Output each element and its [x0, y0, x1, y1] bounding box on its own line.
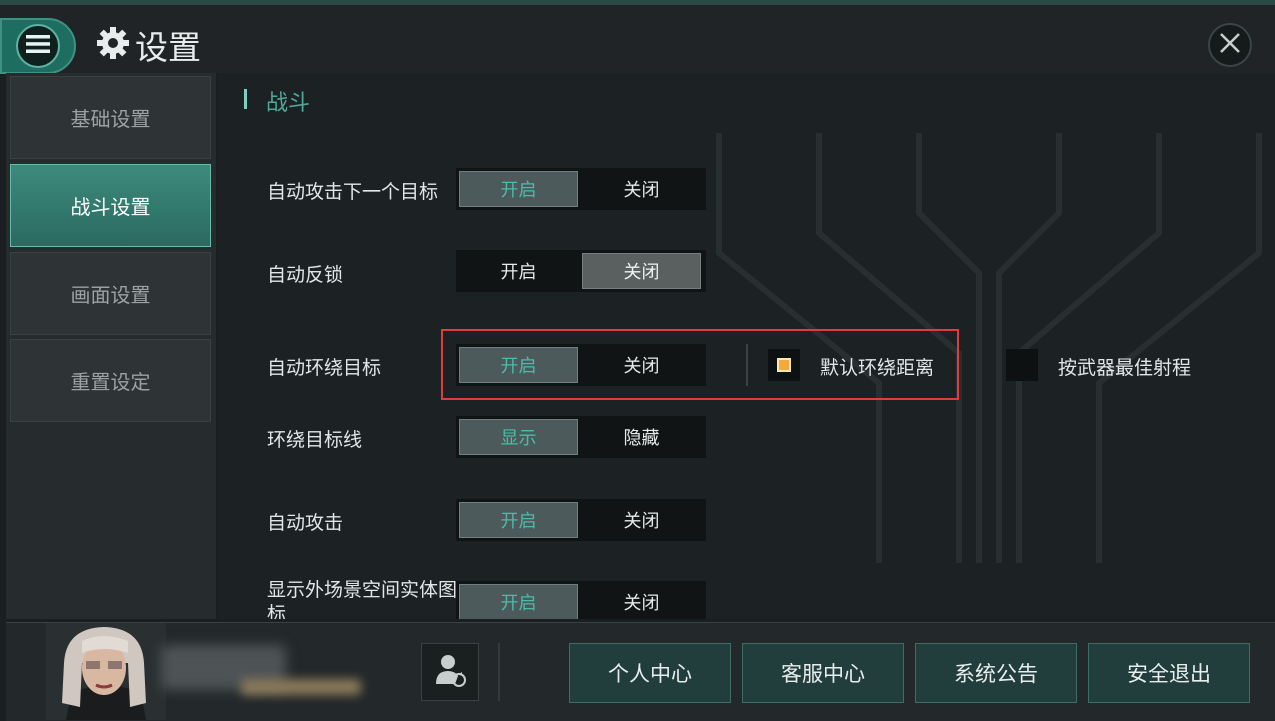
- section-marker: [244, 89, 247, 109]
- option-off[interactable]: 关闭: [582, 171, 701, 207]
- footer-divider: [498, 643, 500, 701]
- gear-icon: [95, 25, 131, 65]
- toggle-auto-counter-lock: 开启 关闭: [456, 250, 706, 292]
- checkbox-weapon-optimal-range[interactable]: [1006, 349, 1038, 381]
- checkbox-label-weapon-optimal-range: 按武器最佳射程: [1058, 357, 1192, 379]
- setting-label-auto-orbit: 自动环绕目标: [267, 357, 382, 379]
- safe-exit-button[interactable]: 安全退出: [1088, 643, 1250, 703]
- switch-account-button[interactable]: [421, 643, 479, 701]
- toggle-show-outer-entity-icons: 开启 关闭: [456, 581, 706, 619]
- setting-label-auto-attack-next: 自动攻击下一个目标: [267, 181, 439, 203]
- toggle-auto-attack-next: 开启 关闭: [456, 168, 706, 210]
- option-on[interactable]: 开启: [459, 253, 578, 289]
- setting-label-auto-attack: 自动攻击: [267, 512, 344, 534]
- setting-label-orbit-line: 环绕目标线: [267, 429, 363, 451]
- customer-service-button[interactable]: 客服中心: [742, 643, 904, 703]
- option-show[interactable]: 显示: [459, 419, 578, 455]
- setting-label-auto-counter-lock: 自动反锁: [267, 264, 344, 286]
- setting-label-show-outer-entity-icons: 显示外场景空间实体图标: [267, 579, 458, 619]
- sidebar-item-combat[interactable]: 战斗设置: [10, 164, 211, 247]
- page-title: 设置: [135, 28, 201, 67]
- toggle-auto-attack: 开启 关闭: [456, 499, 706, 541]
- option-off[interactable]: 关闭: [582, 253, 701, 289]
- sidebar-item-label: 画面设置: [70, 283, 151, 307]
- toggle-orbit-line: 显示 隐藏: [456, 416, 706, 458]
- option-off[interactable]: 关闭: [582, 502, 701, 538]
- sidebar-item-label: 基础设置: [70, 107, 151, 131]
- system-announcement-button[interactable]: 系统公告: [915, 643, 1077, 703]
- avatar[interactable]: [46, 623, 166, 720]
- page-title-group: 设置: [95, 25, 201, 67]
- sidebar-item-reset[interactable]: 重置设定: [10, 339, 211, 422]
- player-info-redacted: [241, 679, 361, 695]
- menu-icon: [26, 34, 50, 58]
- close-icon: [1219, 32, 1241, 58]
- close-button[interactable]: [1208, 23, 1252, 67]
- personal-center-button[interactable]: 个人中心: [569, 643, 731, 703]
- sidebar-item-basic[interactable]: 基础设置: [10, 76, 211, 159]
- section-title: 战斗: [266, 91, 311, 116]
- sidebar-item-label: 重置设定: [70, 370, 151, 394]
- header-bar: 设置: [0, 5, 1275, 74]
- option-on[interactable]: 开启: [459, 502, 578, 538]
- menu-button[interactable]: [0, 18, 76, 74]
- highlight-box: [441, 329, 959, 400]
- switch-account-icon: [433, 652, 467, 692]
- option-hide[interactable]: 隐藏: [582, 419, 701, 455]
- sidebar: 基础设置 战斗设置 画面设置 重置设定: [6, 73, 216, 619]
- settings-panel: 战斗 自动攻击下一个目标 开启 关闭 自动反锁 开启 关闭 自动环绕目标 开启 …: [219, 73, 1275, 619]
- sidebar-item-label: 战斗设置: [70, 195, 151, 219]
- sidebar-item-graphics[interactable]: 画面设置: [10, 252, 211, 335]
- option-on[interactable]: 开启: [459, 584, 578, 619]
- option-off[interactable]: 关闭: [582, 584, 701, 619]
- option-on[interactable]: 开启: [459, 171, 578, 207]
- footer-bar: 个人中心 客服中心 系统公告 安全退出: [6, 622, 1275, 721]
